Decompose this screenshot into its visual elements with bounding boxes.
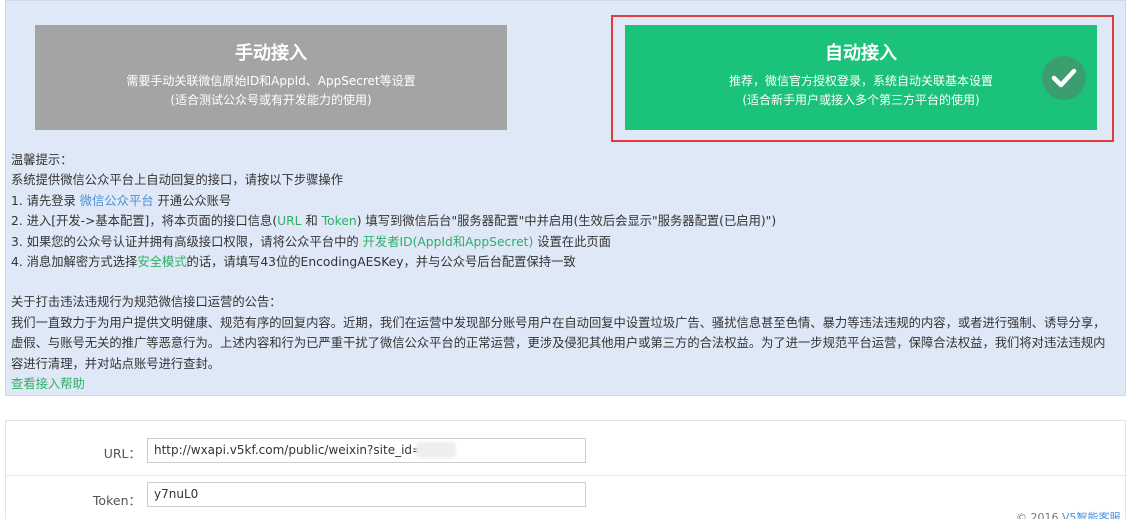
auto-access-card[interactable]: 自动接入 推荐，微信官方授权登录，系统自动关联基本设置 (适合新手用户或接入多个… [625, 25, 1097, 130]
tips-step-4: 4. 消息加解密方式选择安全模式的话，请填写43位的EncodingAESKey… [11, 252, 1116, 272]
auto-access-title: 自动接入 [825, 43, 897, 64]
step2-token-highlight: Token [321, 214, 357, 229]
access-help-link[interactable]: 查看接入帮助 [11, 377, 85, 391]
tips-step-1: 1. 请先登录 微信公众平台 开通公众账号 [11, 191, 1116, 211]
url-input[interactable]: http://wxapi.v5kf.com/public/weixin?site… [147, 438, 586, 463]
tips-intro: 系统提供微信公众平台上自动回复的接口，请按以下步骤操作 [11, 173, 344, 188]
manual-access-title: 手动接入 [235, 43, 307, 64]
tips-heading: 温馨提示： [11, 153, 73, 167]
manual-access-card[interactable]: 手动接入 需要手动关联微信原始ID和AppId、AppSecret等设置 (适合… [35, 25, 507, 130]
safe-mode-highlight: 安全模式 [137, 255, 187, 270]
url-label: URL： [103, 446, 141, 461]
tips-step-2: 2. 进入[开发->基本配置]，将本页面的接口信息(URL 和 Token) 填… [11, 211, 1116, 231]
step2-and: 和 [305, 214, 318, 229]
step3-text-after: 设置在此页面 [537, 234, 611, 249]
token-input[interactable]: y7nuL0 [147, 482, 586, 507]
interface-config-form: URL： http://wxapi.v5kf.com/public/weixin… [5, 420, 1127, 519]
notice-body: 我们一直致力于为用户提供文明健康、规范有序的回复内容。近期，我们在运营中发现部分… [11, 315, 1106, 371]
step4-text: 4. 消息加解密方式选择 [11, 255, 138, 270]
auto-access-desc: 推荐，微信官方授权登录，系统自动关联基本设置 [728, 74, 993, 88]
notice-section: 关于打击违法违规行为规范微信接口运营的公告： 我们一直致力于为用户提供文明健康、… [11, 292, 1116, 394]
wechat-platform-link[interactable]: 微信公众平台 [80, 194, 154, 208]
step1-text-after: 开通公众账号 [157, 193, 232, 208]
step2-text: 2. 进入[开发->基本配置]，将本页面的接口信息( [11, 214, 278, 229]
step2-text-after: ) 填写到微信后台"服务器配置"中并启用(生效后会显示"服务器配置(已启用)") [356, 214, 777, 229]
manual-access-note: (适合测试公众号或有开发能力的使用) [170, 93, 372, 107]
notice-heading: 关于打击违法违规行为规范微信接口运营的公告： [11, 295, 282, 310]
step1-text: 1. 请先登录 [11, 193, 76, 208]
url-row: URL： http://wxapi.v5kf.com/public/weixin… [6, 429, 1127, 475]
token-row: Token： y7nuL0 [6, 475, 1127, 519]
masked-site-id [416, 442, 456, 458]
step2-url-highlight: URL [277, 214, 302, 229]
check-icon [1042, 56, 1086, 100]
tips-section: 温馨提示： 系统提供微信公众平台上自动回复的接口，请按以下步骤操作 1. 请先登… [11, 150, 1116, 394]
developer-id-highlight: 开发者ID(AppId和AppSecret) [362, 234, 534, 249]
tips-step-3: 3. 如果您的公众号认证并拥有高级接口权限，请将公众平台中的 开发者ID(App… [11, 232, 1116, 252]
copyright-text: © 2016 [1016, 511, 1059, 519]
step3-text: 3. 如果您的公众号认证并拥有高级接口权限，请将公众平台中的 [11, 234, 359, 249]
brand-link[interactable]: V5智能客服 [1062, 511, 1121, 519]
auto-access-note: (适合新手用户或接入多个第三方平台的使用) [742, 93, 980, 107]
step4-text-after: 的话，请填写43位的EncodingAESKey，并与公众号后台配置保持一致 [186, 255, 576, 270]
token-label: Token： [92, 493, 141, 508]
footer-copyright: © 2016 V5智能客服 [1016, 509, 1121, 519]
manual-access-desc: 需要手动关联微信原始ID和AppId、AppSecret等设置 [126, 74, 416, 88]
